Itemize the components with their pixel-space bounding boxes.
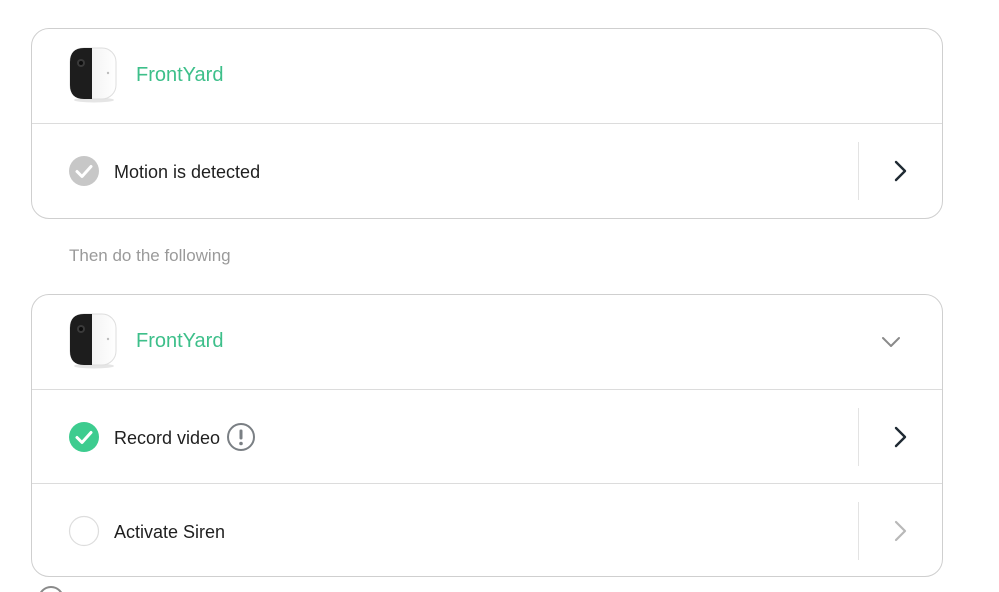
automation-rule-page: FrontYard Motion is detected Then do the…: [0, 0, 999, 592]
actions-card: FrontYard Record video Activate Siren: [31, 294, 943, 577]
vertical-divider: [858, 408, 859, 466]
action-row-record-video[interactable]: Record video: [32, 389, 942, 483]
chevron-right-icon[interactable]: [888, 519, 912, 543]
check-circle-icon[interactable]: [68, 421, 100, 453]
action-label: Record video: [114, 428, 221, 448]
action-row-activate-siren[interactable]: Activate Siren: [32, 483, 942, 576]
vertical-divider: [858, 142, 859, 200]
action-label: Activate Siren: [114, 522, 226, 542]
trigger-card: FrontYard Motion is detected: [31, 28, 943, 219]
action-device-name: FrontYard: [136, 330, 224, 352]
chevron-right-icon[interactable]: [888, 159, 912, 183]
trigger-condition-row[interactable]: Motion is detected: [32, 123, 942, 217]
warning-icon[interactable]: [226, 422, 256, 452]
trigger-device-row: FrontYard: [32, 29, 942, 123]
chevron-down-icon[interactable]: [880, 331, 902, 353]
empty-circle-icon[interactable]: [68, 515, 100, 547]
vertical-divider: [858, 502, 859, 560]
add-circle-icon[interactable]: [38, 586, 64, 592]
trigger-device-name: FrontYard: [136, 64, 224, 86]
section-heading: Then do the following: [69, 246, 231, 265]
check-circle-icon[interactable]: [68, 155, 100, 187]
action-device-row[interactable]: FrontYard: [32, 295, 942, 389]
security-camera-icon: [69, 313, 117, 369]
chevron-right-icon[interactable]: [888, 425, 912, 449]
security-camera-icon: [69, 47, 117, 103]
trigger-condition-label: Motion is detected: [114, 162, 261, 182]
clipped-heading: [70, 0, 75, 10]
